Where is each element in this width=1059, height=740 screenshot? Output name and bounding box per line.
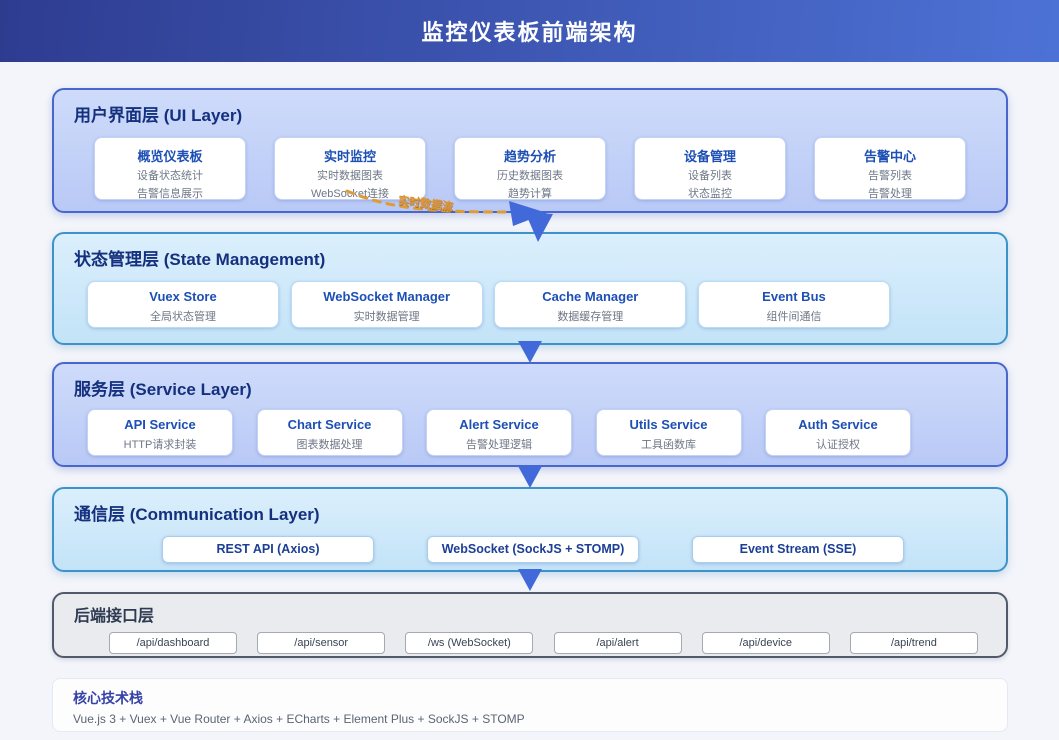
card-title: 趋势分析	[503, 149, 556, 164]
diagram-card: /api/sensor	[257, 632, 386, 654]
card-subtitle: 告警列表	[868, 170, 912, 182]
card-subtitle: 设备列表	[688, 170, 732, 182]
layer-service-title: 服务层 (Service Layer)	[74, 380, 252, 399]
card-title: Event Bus	[762, 289, 826, 304]
diagram-card: /api/dashboard	[109, 632, 237, 654]
card-title: /api/device	[739, 637, 793, 649]
layer-communication: 通信层 (Communication Layer) REST API (Axio…	[52, 487, 1008, 572]
card-title: /ws (WebSocket)	[427, 637, 511, 649]
diagram-card: WebSocket (SockJS + STOMP)	[427, 536, 639, 563]
card-title: WebSocket Manager	[323, 289, 451, 304]
card-title: 实时监控	[323, 149, 376, 164]
layer-service: 服务层 (Service Layer) API Service HTTP请求封装 C…	[52, 362, 1008, 467]
layer-service-cards: API Service HTTP请求封装 Chart Service 图表数据处理 Al…	[87, 409, 911, 456]
monitoring-architecture-diagram: 监控仪表板前端架构 用户界面层 (UI Layer) 概览仪表板 设备状态统计 告警…	[0, 0, 1059, 740]
diagram-card: 趋势分析历史数据图表 趋势计算	[454, 137, 606, 200]
diagram-card: Event Stream (SSE)	[692, 536, 904, 563]
card-subtitle: 状态监控	[688, 188, 732, 200]
layer-ui-title: 用户界面层 (UI Layer)	[74, 106, 243, 125]
diagram-card: /api/alert	[553, 632, 682, 654]
card-subtitle: 趋势计算	[508, 188, 552, 200]
diagram-card: REST API (Axios)	[162, 536, 374, 563]
card-subtitle: HTTP请求封装	[123, 439, 197, 451]
diagram-card: /api/trend	[849, 632, 978, 654]
page-header: 监控仪表板前端架构	[0, 0, 1059, 62]
diagram-card: 实时监控 实时数据图表 WebSocket连接	[274, 137, 426, 200]
layer-backend-title: 后端接口层	[74, 608, 155, 625]
diagram-card: Utils Service 工具函数库	[595, 409, 742, 456]
arrow-comm-to-backend-icon	[518, 569, 542, 591]
card-title: WebSocket (SockJS + STOMP)	[441, 542, 625, 556]
layer-backend-api: 后端接口层 /api/dashboard/api/sensor/ws (WebS…	[52, 592, 1008, 658]
diagram-card: Chart Service 图表数据处理	[256, 409, 403, 456]
card-title: REST API (Axios)	[216, 542, 320, 556]
diagram-card: Alert Service 告警处理逻辑	[426, 409, 572, 456]
diagram-card: API Service HTTP请求封装	[87, 409, 233, 456]
card-title: Chart Service	[287, 417, 372, 432]
card-title: /api/trend	[891, 637, 937, 649]
card-subtitle: 告警处理	[868, 188, 912, 200]
card-title: 告警中心	[863, 149, 916, 164]
card-title: Cache Manager	[542, 289, 639, 304]
card-subtitle: 组件间通信	[766, 311, 822, 323]
card-title: Alert Service	[459, 417, 539, 432]
card-title: /api/alert	[596, 637, 639, 649]
tech-stack-panel: 核心技术栈 Vue.js 3 + Vuex + Vue Router + Axi…	[52, 678, 1008, 732]
card-title: /api/sensor	[294, 637, 349, 649]
card-title: Auth Service	[798, 417, 878, 432]
card-title: Utils Service	[629, 417, 708, 432]
diagram-card: Cache Manager 数据缓存管理	[494, 281, 687, 328]
card-subtitle: 全局状态管理	[150, 311, 216, 323]
card-title: Vuex Store	[149, 289, 217, 304]
card-subtitle: 告警处理逻辑	[466, 439, 532, 451]
layer-communication-cards: REST API (Axios) WebSocket (SockJS + STOM…	[162, 536, 904, 563]
diagram-card: /api/device	[701, 632, 830, 654]
tech-stack-title: 核心技术栈	[73, 690, 143, 706]
layer-state-cards: Vuex Store 全局状态管理 WebSocket Manager 实时数据管理 C…	[87, 281, 890, 328]
diagram-card: WebSocket Manager 实时数据管理	[290, 281, 483, 328]
card-subtitle: 告警信息展示	[137, 188, 203, 200]
tech-stack-content: Vue.js 3 + Vuex + Vue Router + Axios + E…	[73, 712, 525, 726]
card-title: 概览仪表板	[137, 149, 203, 164]
card-title: /api/dashboard	[136, 637, 210, 649]
diagram-card: Vuex Store 全局状态管理	[87, 281, 279, 328]
layer-communication-title: 通信层 (Communication Layer)	[74, 505, 320, 524]
diagram-card: Auth Service 认证授权	[765, 409, 911, 456]
card-subtitle: 数据缓存管理	[557, 311, 624, 323]
layer-ui-cards: 概览仪表板 设备状态统计 告警信息展示 实时监控 实时数据图表 WebSocket连接 趋势…	[94, 137, 966, 200]
diagram-card: Event Bus 组件间通信	[697, 281, 890, 328]
card-subtitle: 实时数据管理	[353, 311, 420, 323]
card-subtitle: 实时数据图表	[317, 170, 383, 182]
card-subtitle: 工具函数库	[641, 439, 696, 451]
arrow-service-to-comm-icon	[518, 466, 542, 488]
layer-backend-cards: /api/dashboard/api/sensor/ws (WebSocket)…	[109, 632, 978, 654]
diagram-card: 概览仪表板设备状态统计 告警信息展示	[94, 137, 246, 200]
card-subtitle: 认证授权	[816, 439, 860, 451]
card-subtitle: 设备状态统计	[137, 170, 203, 182]
diagram-card: /ws (WebSocket)	[405, 632, 534, 654]
card-title: Event Stream (SSE)	[739, 542, 857, 556]
layer-ui: 用户界面层 (UI Layer) 概览仪表板设备状态统计 告警信息展示 实时监控实时…	[52, 88, 1008, 213]
card-subtitle: 图表数据处理	[296, 439, 363, 451]
layer-state-management: 状态管理层 (State Management) Vuex Store 全局状态管…	[52, 232, 1008, 345]
card-subtitle: 历史数据图表	[497, 170, 563, 182]
diagram-card: 告警中心告警列表告警处理	[814, 137, 966, 200]
page-title: 监控仪表板前端架构	[421, 20, 638, 45]
diagram-card: 设备管理设备列表状态监控	[634, 137, 786, 200]
card-title: 设备管理	[683, 149, 736, 164]
layer-state-title: 状态管理层 (State Management)	[74, 250, 326, 269]
card-title: API Service	[124, 417, 196, 432]
